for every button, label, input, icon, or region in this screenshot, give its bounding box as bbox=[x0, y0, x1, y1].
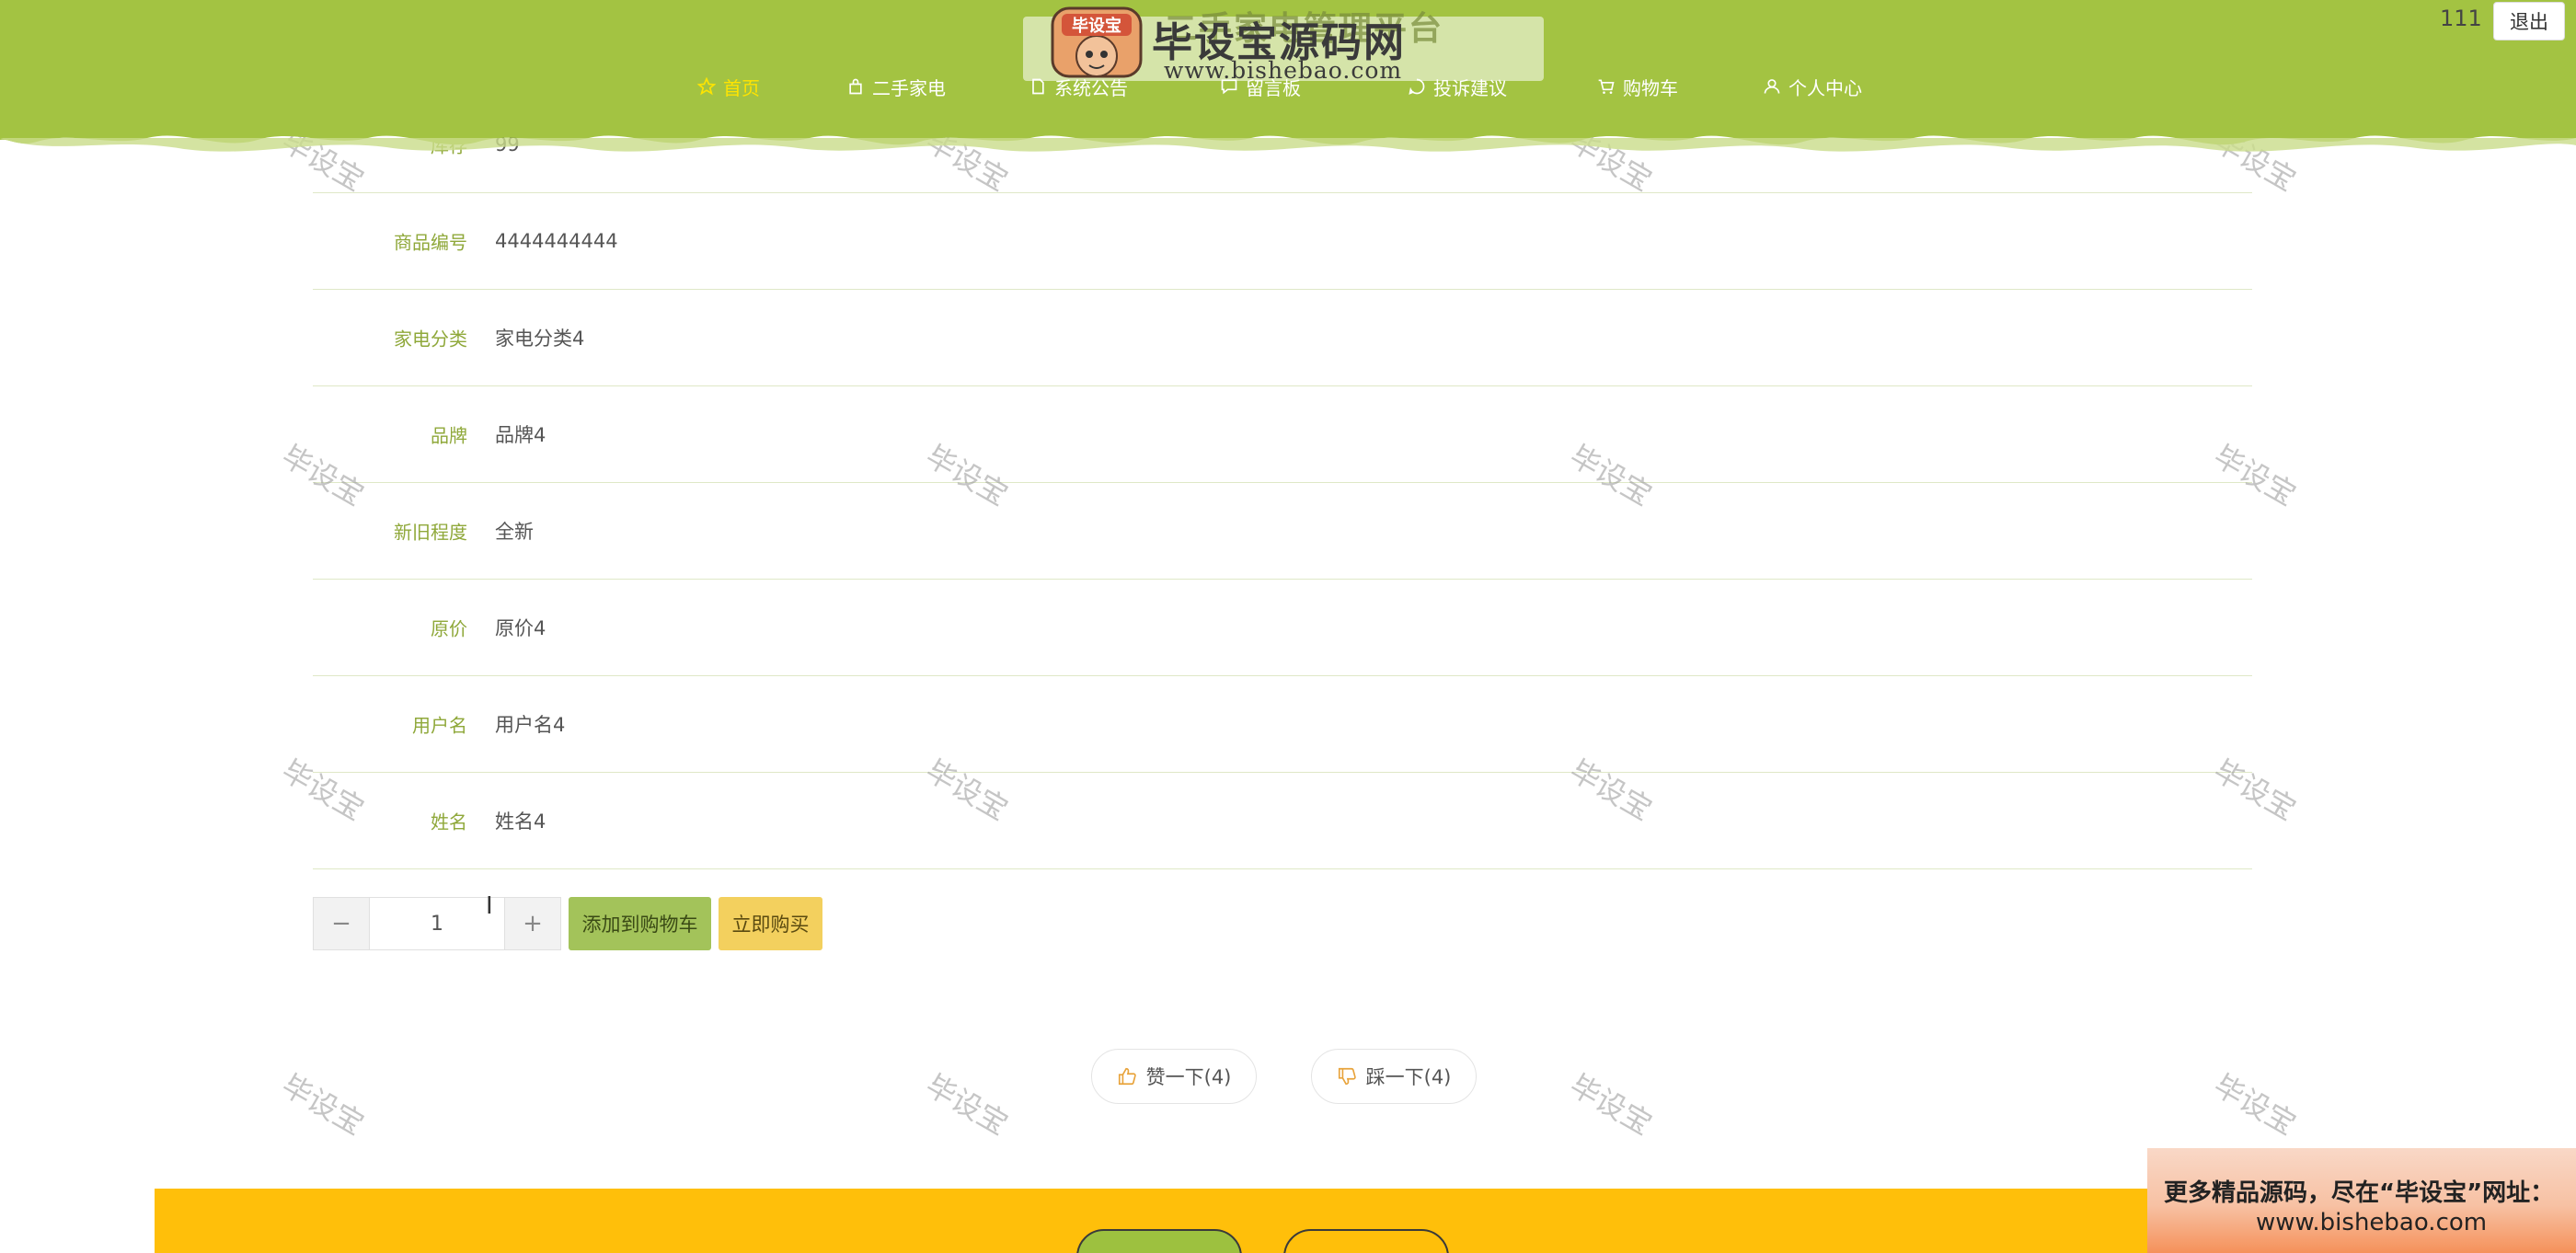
star-icon bbox=[697, 77, 716, 96]
logout-button[interactable]: 退出 bbox=[2493, 2, 2565, 40]
logo-badge-text: 毕设宝 bbox=[1072, 16, 1121, 36]
detail-value: 姓名4 bbox=[495, 810, 546, 833]
nav-item-profile[interactable]: 个人中心 bbox=[1763, 74, 1862, 100]
detail-label: 商品编号 bbox=[394, 231, 467, 254]
detail-row-brand: 品牌 品牌4 bbox=[313, 386, 2252, 483]
nav-label: 首页 bbox=[723, 76, 760, 99]
detail-row-username: 用户名 用户名4 bbox=[313, 676, 2252, 773]
detail-value: 用户名4 bbox=[495, 714, 566, 736]
detail-label: 原价 bbox=[431, 617, 467, 640]
footer-button-left[interactable] bbox=[1076, 1229, 1242, 1253]
detail-value: 原价4 bbox=[495, 617, 546, 639]
detail-row-product-no: 商品编号 4444444444 bbox=[313, 193, 2252, 290]
cart-icon bbox=[1598, 79, 1615, 94]
add-to-cart-button[interactable]: 添加到购物车 bbox=[569, 897, 711, 950]
detail-label: 家电分类 bbox=[394, 328, 467, 351]
promo-line-2: www.bishebao.com bbox=[2256, 1209, 2488, 1236]
logo-url: www.bishebao.com bbox=[1164, 57, 1403, 84]
text-cursor-icon: I bbox=[486, 892, 493, 920]
page-root: 二手家电管理平台 毕设宝 毕设宝源码网 www.bishebao.com 首页 … bbox=[0, 0, 2576, 1253]
footer-button-right[interactable] bbox=[1283, 1229, 1449, 1253]
detail-value: 4444444444 bbox=[495, 230, 618, 252]
quantity-minus-button[interactable]: − bbox=[314, 898, 369, 949]
nav-label: 购物车 bbox=[1623, 76, 1678, 99]
watermark: 毕设宝 bbox=[919, 1067, 1015, 1143]
detail-row-category: 家电分类 家电分类4 bbox=[313, 290, 2252, 386]
like-label: 赞一下(4) bbox=[1145, 1066, 1232, 1088]
quantity-stepper: − + bbox=[313, 897, 561, 950]
quantity-input[interactable] bbox=[369, 898, 505, 949]
nav-item-second-hand[interactable]: 二手家电 bbox=[846, 74, 946, 100]
detail-label: 用户名 bbox=[412, 714, 467, 737]
dislike-button[interactable]: 踩一下(4) bbox=[1311, 1049, 1477, 1104]
dislike-label: 踩一下(4) bbox=[1365, 1066, 1452, 1088]
promo-banner[interactable]: 更多精品源码，尽在“毕设宝”网址： www.bishebao.com bbox=[2147, 1148, 2576, 1253]
header: 二手家电管理平台 毕设宝 毕设宝源码网 www.bishebao.com 首页 … bbox=[0, 0, 2576, 161]
nav-label: 个人中心 bbox=[1788, 76, 1862, 99]
detail-label: 姓名 bbox=[431, 810, 467, 833]
promo-line-1: 更多精品源码，尽在“毕设宝”网址： bbox=[2164, 1179, 2555, 1207]
quantity-plus-button[interactable]: + bbox=[505, 898, 560, 949]
detail-row-name: 姓名 姓名4 bbox=[313, 773, 2252, 869]
username: 111 bbox=[2440, 6, 2482, 31]
detail-label: 新旧程度 bbox=[394, 521, 467, 544]
bishebao-logo-icon: 毕设宝 bbox=[1051, 6, 1143, 78]
user-icon bbox=[1764, 79, 1780, 94]
buy-now-button[interactable]: 立即购买 bbox=[719, 897, 822, 950]
detail-label: 品牌 bbox=[431, 424, 467, 447]
nav-label: 二手家电 bbox=[872, 76, 946, 99]
detail-value: 家电分类4 bbox=[495, 328, 585, 350]
like-button[interactable]: 赞一下(4) bbox=[1091, 1049, 1257, 1104]
thumbs-up-icon bbox=[1118, 1067, 1136, 1086]
detail-value: 全新 bbox=[495, 521, 534, 543]
bag-icon bbox=[849, 78, 862, 95]
watermark: 毕设宝 bbox=[275, 1067, 371, 1143]
nav-item-home[interactable]: 首页 bbox=[697, 74, 760, 100]
nav-item-cart[interactable]: 购物车 bbox=[1597, 74, 1678, 100]
detail-row-condition: 新旧程度 全新 bbox=[313, 483, 2252, 580]
thumbs-down-icon bbox=[1338, 1067, 1356, 1086]
watermark: 毕设宝 bbox=[2207, 1067, 2303, 1143]
detail-value: 品牌4 bbox=[495, 424, 546, 446]
detail-row-original-price: 原价 原价4 bbox=[313, 580, 2252, 676]
watermark: 毕设宝 bbox=[1563, 1067, 1659, 1143]
